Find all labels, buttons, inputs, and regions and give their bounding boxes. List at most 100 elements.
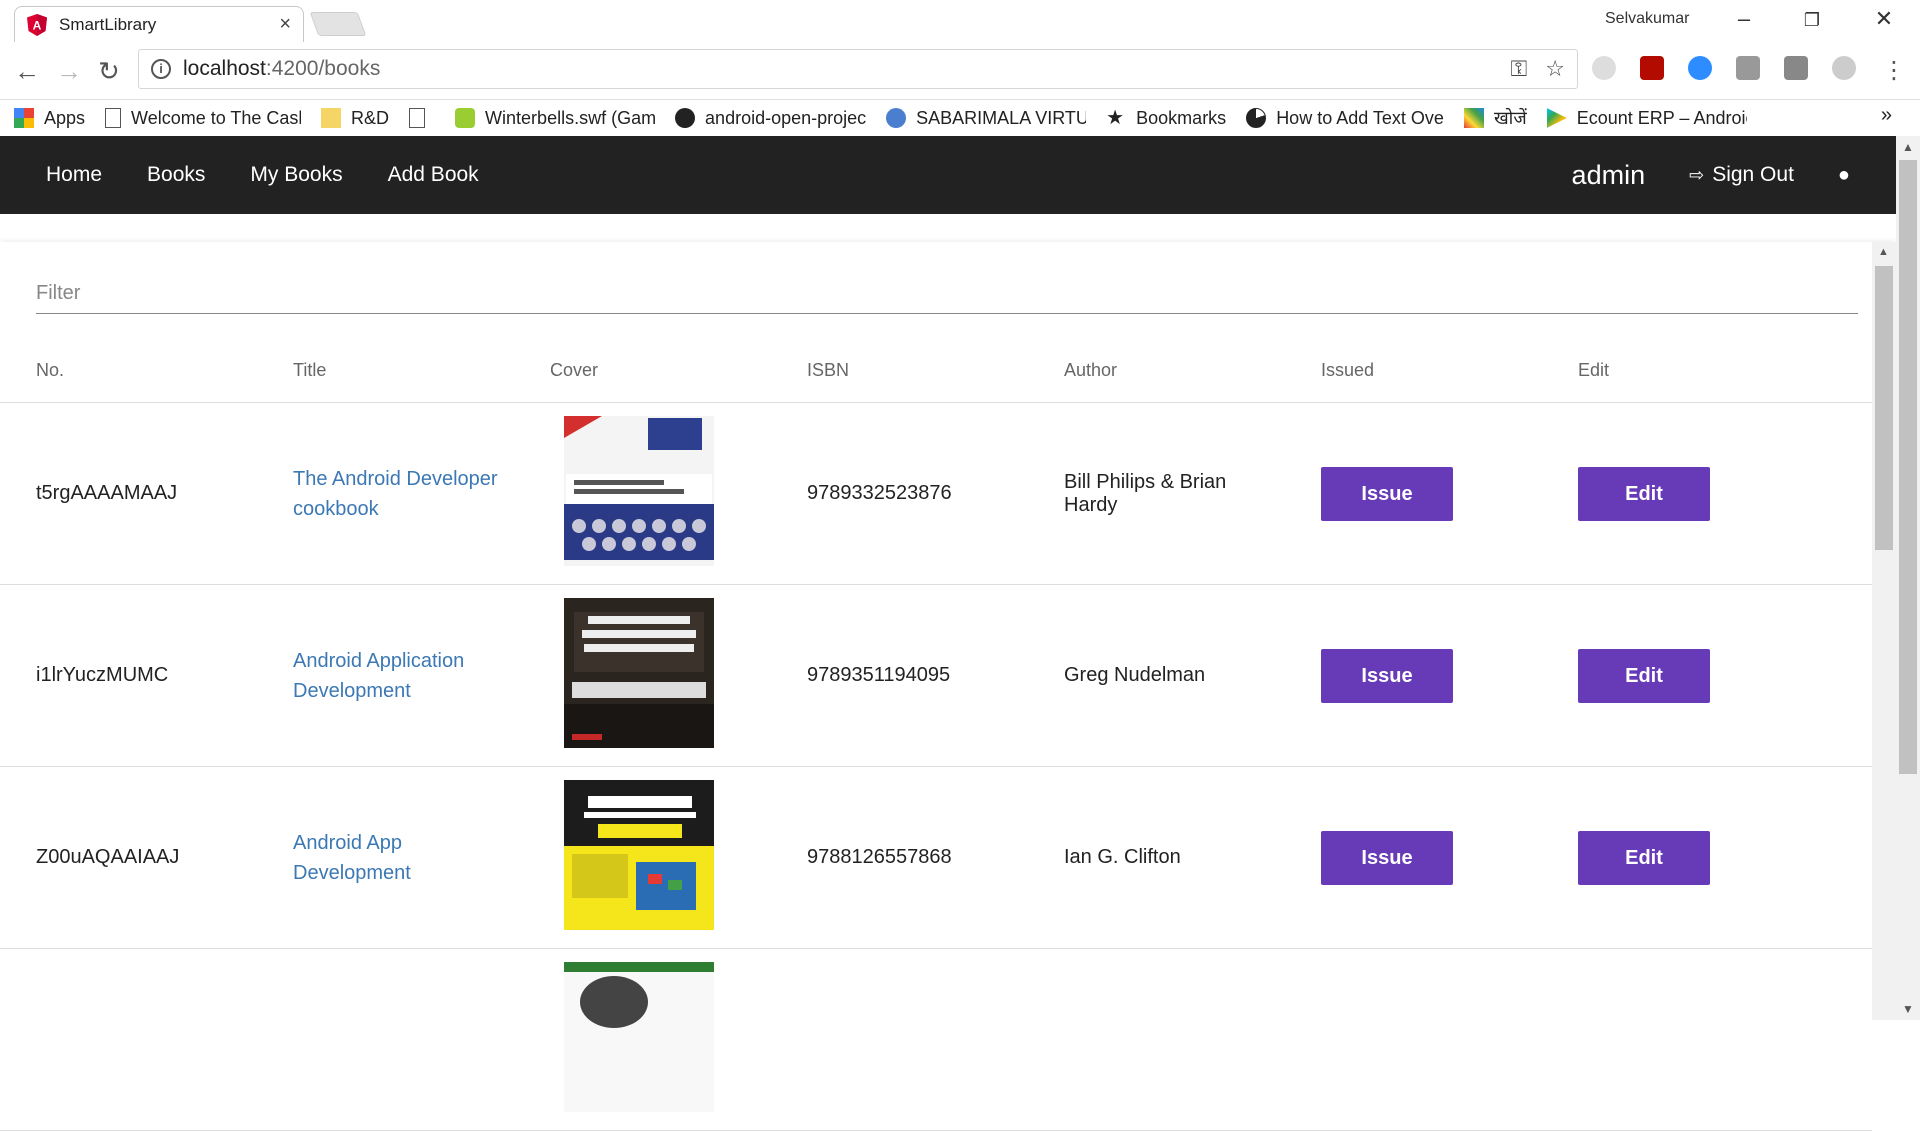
nav-books[interactable]: Books bbox=[147, 163, 205, 187]
book-author: Bill Philips & Brian Hardy bbox=[1064, 470, 1227, 516]
tab-close-icon[interactable]: × bbox=[279, 13, 291, 36]
header-cover: Cover bbox=[550, 359, 599, 380]
site-info-icon[interactable]: i bbox=[151, 59, 171, 79]
book-title-link[interactable]: Android App Development bbox=[293, 828, 514, 888]
green-app-icon bbox=[455, 108, 476, 128]
forward-icon[interactable]: → bbox=[56, 56, 82, 87]
table-scrollbar[interactable]: ▲ bbox=[1872, 242, 1896, 1020]
issue-button[interactable]: Issue bbox=[1321, 648, 1453, 703]
table-header: No. Title Cover ISBN Author Issued Edit bbox=[0, 338, 1872, 403]
header-isbn[interactable]: ISBN bbox=[771, 360, 1028, 381]
app-navbar: Home Books My Books Add Book admin ⇨ Sign… bbox=[0, 136, 1896, 214]
camera-extension-icon[interactable] bbox=[1736, 56, 1760, 80]
back-icon[interactable]: ← bbox=[14, 56, 40, 87]
header-no[interactable]: No. bbox=[0, 360, 257, 381]
zoom-extension-icon[interactable] bbox=[1688, 56, 1712, 80]
sign-out-button[interactable]: ⇨ Sign Out bbox=[1689, 163, 1794, 187]
table-row bbox=[0, 949, 1872, 1131]
header-author[interactable]: Author bbox=[1028, 360, 1285, 381]
browser-tab-bar: A SmartLibrary × Selvakumar – ❐ ✕ bbox=[0, 0, 1920, 42]
globe-icon bbox=[886, 108, 907, 128]
nav-home[interactable]: Home bbox=[46, 163, 102, 187]
book-title-link[interactable]: The Android Developer cookbook bbox=[293, 464, 514, 524]
page-scroll-up-icon[interactable]: ▲ bbox=[1902, 140, 1914, 154]
books-card: Filter No. Title Cover ISBN Author Issue… bbox=[0, 242, 1896, 1131]
nav-add-book[interactable]: Add Book bbox=[388, 163, 479, 187]
book-no: Z00uAQAAIAAJ bbox=[36, 846, 180, 868]
bookmarks-bar: Apps Welcome to The Cash R&D Winterbells… bbox=[0, 100, 1920, 136]
url-text: localhost:4200/books bbox=[183, 57, 380, 81]
page-icon bbox=[409, 108, 426, 128]
scroll-up-icon[interactable]: ▲ bbox=[1878, 246, 1889, 258]
edit-button[interactable]: Edit bbox=[1578, 648, 1710, 703]
play-icon bbox=[1546, 108, 1567, 128]
book-title-link[interactable]: Android Application Development bbox=[293, 646, 514, 706]
bookmarks-overflow-icon[interactable]: » bbox=[1881, 104, 1892, 127]
bookmark-star-icon[interactable]: ☆ bbox=[1545, 56, 1565, 82]
filter-input[interactable]: Filter bbox=[36, 280, 1858, 314]
browser-tab[interactable]: A SmartLibrary × bbox=[14, 6, 304, 42]
v-extension-icon[interactable] bbox=[1832, 56, 1856, 80]
book-isbn: 9789351194095 bbox=[807, 664, 951, 686]
close-window-icon[interactable]: ✕ bbox=[1864, 6, 1904, 32]
book-isbn: 9789332523876 bbox=[807, 482, 952, 504]
bookmark-item[interactable]: खोजें bbox=[1463, 106, 1527, 130]
bookmark-item[interactable]: R&D bbox=[321, 108, 389, 129]
github-icon bbox=[675, 108, 696, 128]
book-cover-image bbox=[564, 597, 714, 748]
book-cover-image bbox=[564, 779, 714, 930]
table-row: Z00uAQAAIAAJ Android App Development 978… bbox=[0, 767, 1872, 949]
bookmark-item[interactable]: How to Add Text Ove bbox=[1246, 108, 1444, 129]
issue-button[interactable]: Issue bbox=[1321, 466, 1453, 521]
bookmark-item[interactable]: Welcome to The Cash bbox=[105, 108, 301, 129]
minimize-icon[interactable]: – bbox=[1724, 6, 1764, 32]
extension-icon[interactable] bbox=[1784, 56, 1808, 80]
main-content: Filter No. Title Cover ISBN Author Issue… bbox=[0, 214, 1896, 1131]
angular-icon: A bbox=[27, 13, 47, 36]
nav-my-books[interactable]: My Books bbox=[250, 163, 342, 187]
url-path: :4200/books bbox=[265, 57, 381, 80]
page-scroll-down-icon[interactable]: ▼ bbox=[1902, 1002, 1914, 1016]
user-profile-icon[interactable]: ● bbox=[1838, 164, 1850, 187]
book-isbn: 9788126557868 bbox=[807, 846, 952, 868]
browser-toolbar: ← → ↻ i localhost:4200/books ⚿ ☆ ⋮ bbox=[0, 42, 1920, 100]
table-row: i1lrYuczMUMC Android Application Develop… bbox=[0, 585, 1872, 767]
book-cover-image bbox=[564, 415, 714, 566]
book-no: t5rgAAAAMAAJ bbox=[36, 482, 178, 504]
header-title[interactable]: Title bbox=[257, 360, 514, 381]
page-scrollbar-thumb[interactable] bbox=[1899, 160, 1917, 774]
url-host: localhost bbox=[183, 57, 266, 80]
issue-button[interactable]: Issue bbox=[1321, 830, 1453, 885]
bookmark-item[interactable] bbox=[409, 108, 435, 128]
reload-icon[interactable]: ↻ bbox=[98, 56, 120, 87]
bookmark-item[interactable]: android-open-projec bbox=[675, 108, 866, 129]
new-tab-button[interactable] bbox=[309, 12, 367, 36]
menu-dots-icon[interactable]: ⋮ bbox=[1882, 56, 1906, 85]
header-edit: Edit bbox=[1578, 359, 1610, 380]
bookmark-apps[interactable]: Apps bbox=[14, 108, 85, 129]
bookmark-item[interactable]: Winterbells.swf (Gam bbox=[455, 108, 655, 129]
table-row: t5rgAAAAMAAJ The Android Developer cookb… bbox=[0, 403, 1872, 585]
address-bar[interactable]: i localhost:4200/books ⚿ ☆ bbox=[138, 49, 1578, 89]
pie-icon bbox=[1246, 108, 1267, 128]
header-issued: Issued bbox=[1321, 359, 1375, 380]
extension-refresh-icon[interactable] bbox=[1592, 56, 1616, 80]
key-icon[interactable]: ⚿ bbox=[1511, 56, 1528, 82]
restore-icon[interactable]: ❐ bbox=[1792, 10, 1832, 31]
bookmark-item[interactable]: ★ Bookmarks bbox=[1106, 108, 1226, 129]
sign-out-icon: ⇨ bbox=[1689, 164, 1705, 185]
page-scrollbar[interactable]: ▲ ▼ bbox=[1896, 136, 1920, 1020]
page-icon bbox=[105, 108, 122, 128]
bookmark-item[interactable]: SABARIMALA VIRTUA bbox=[886, 108, 1086, 129]
tab-title: SmartLibrary bbox=[59, 14, 157, 34]
bookmark-item[interactable]: Ecount ERP – Androic bbox=[1546, 108, 1747, 129]
profile-name[interactable]: Selvakumar bbox=[1605, 10, 1689, 28]
edit-button[interactable]: Edit bbox=[1578, 466, 1710, 521]
edit-button[interactable]: Edit bbox=[1578, 830, 1710, 885]
pdf-extension-icon[interactable] bbox=[1640, 56, 1664, 80]
sign-out-label: Sign Out bbox=[1712, 163, 1794, 186]
star-icon: ★ bbox=[1106, 107, 1125, 129]
colorful-icon bbox=[1463, 108, 1484, 128]
table-scrollbar-thumb[interactable] bbox=[1875, 266, 1893, 550]
books-table: No. Title Cover ISBN Author Issued Edit … bbox=[0, 338, 1872, 1131]
